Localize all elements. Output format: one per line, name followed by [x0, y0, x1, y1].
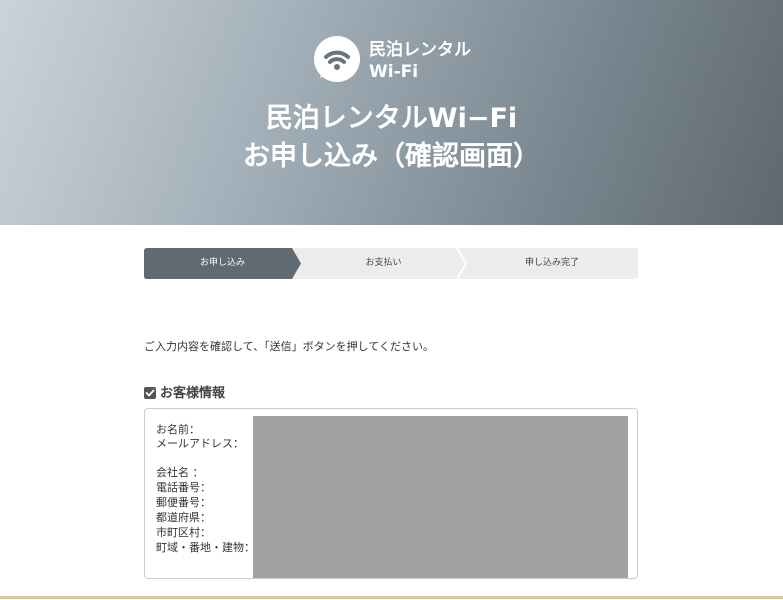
field-label-prefecture: 都道府県：	[156, 511, 211, 524]
redacted-values	[253, 416, 628, 578]
field-label-address: 町域・番地・建物：	[156, 541, 255, 554]
instruction-text: ご入力内容を確認して、「送信」ボタンを押してください。	[144, 340, 434, 353]
checkbox-checked-icon	[144, 387, 156, 399]
step-payment: お支払い	[365, 258, 402, 268]
footer-divider	[0, 596, 783, 599]
page-title: 民泊レンタルWi−Fi	[265, 103, 518, 134]
field-label-phone: 電話番号：	[156, 481, 211, 494]
field-label-company: 会社名 ：	[156, 466, 204, 479]
field-label-name: お名前：	[156, 423, 200, 436]
logo-text-line1: 民泊レンタル	[369, 40, 471, 60]
hero-banner: 民泊レンタル Wi-Fi 民泊レンタルWi−Fi お申し込み（確認画面）	[0, 0, 783, 225]
brand-logo[interactable]: 民泊レンタル Wi-Fi	[314, 36, 474, 88]
field-label-city: 市町区村：	[156, 526, 211, 539]
customer-info-box: お名前： メールアドレス： 会社名 ： 電話番号： 郵便番号： 都道府県： 市町…	[144, 408, 638, 579]
field-label-email: メールアドレス：	[156, 437, 244, 450]
page-subtitle: お申し込み（確認画面）	[243, 141, 540, 172]
step-apply: お申し込み	[199, 258, 245, 268]
step-complete: 申し込み完了	[524, 258, 579, 268]
wifi-icon	[314, 36, 360, 82]
progress-steps: お申し込み お支払い 申し込み完了	[144, 248, 638, 279]
section-title: お客様情報	[160, 386, 226, 401]
field-label-postal: 郵便番号：	[156, 496, 211, 509]
logo-text-line2: Wi-Fi	[369, 62, 419, 82]
